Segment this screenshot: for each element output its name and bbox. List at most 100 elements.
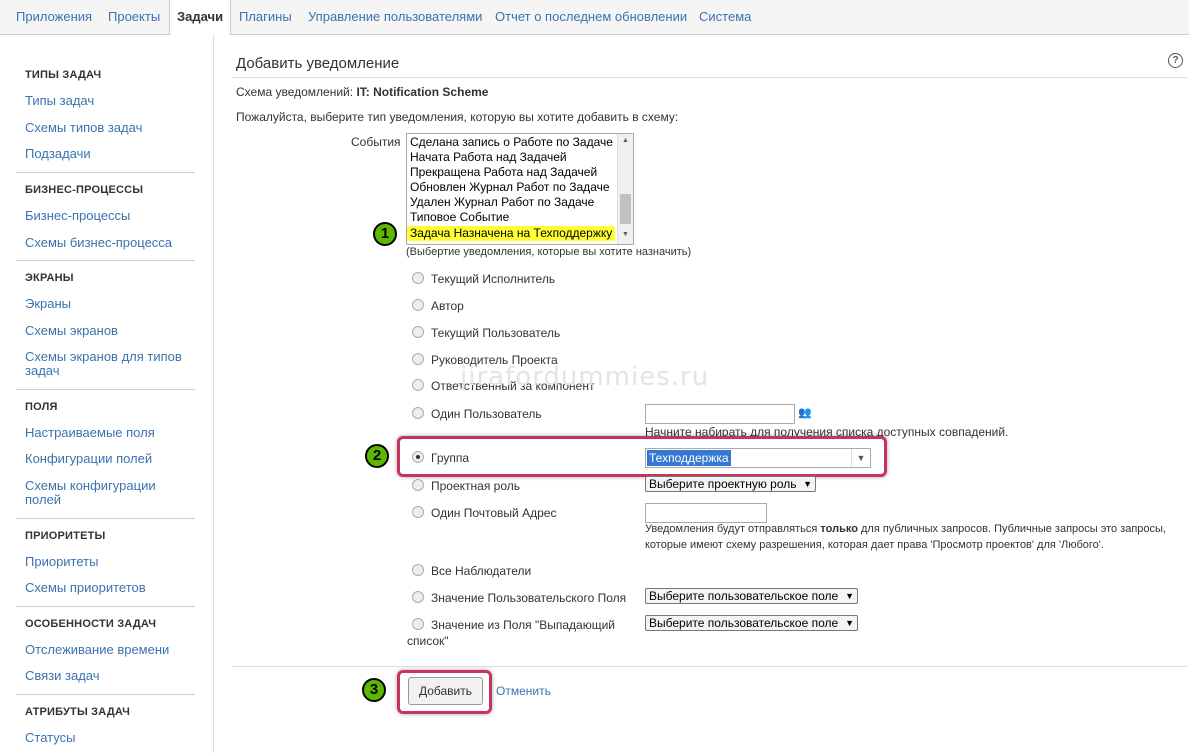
event-option[interactable]: Прекращена Работа над Задачей [410,165,597,180]
event-option[interactable]: Сделана запись о Работе по Задаче [410,135,613,150]
event-option[interactable]: Обновлен Журнал Работ по Задаче [410,180,610,195]
chevron-down-icon: ▼ [845,618,854,628]
annotation-badge-1: 1 [373,222,397,246]
sidebar-item-issue-type-screen-schemes[interactable]: Схемы экранов для типов задач [25,350,195,378]
dropdown-field-select[interactable]: Выберите пользовательское поле ▼ [645,615,858,631]
group-selected-value: Техподдержка [647,450,731,466]
project-role-select[interactable]: Выберите проектную роль ▼ [645,476,816,492]
event-option-selected[interactable]: Задача Назначена на Техподдержку [407,226,615,241]
radio-custom-field[interactable] [412,591,424,603]
events-listbox[interactable]: Сделана запись о Работе по Задаче Начата… [406,133,634,245]
radio-single-user[interactable] [412,407,424,419]
email-hint-bold: только [820,523,858,535]
sidebar-section-title: ОСОБЕННОСТИ ЗАДАЧ [25,618,157,630]
email-hint-part: Уведомления будут отправляться [645,523,818,535]
label-project-role: Проектная роль [431,479,520,493]
radio-project-role[interactable] [412,479,424,491]
radio-dropdown-field[interactable] [412,618,424,630]
sidebar-section-title: ЭКРАНЫ [25,272,74,284]
tab-system[interactable]: Система [699,0,751,34]
sidebar-divider [16,260,195,261]
single-user-input[interactable] [645,404,795,424]
scroll-up-icon[interactable]: ▲ [622,137,629,144]
events-hint: (Выбертие уведомления, которые вы хотите… [406,246,692,258]
label-all-watchers: Все Наблюдатели [431,564,532,578]
radio-current-user[interactable] [412,326,424,338]
instruction-text: Пожалуйста, выберите тип уведомления, ко… [236,110,679,124]
page-title: Добавить уведомление [236,55,400,72]
label-current-assignee: Текущий Исполнитель [431,272,556,286]
sidebar-item-statuses[interactable]: Статусы [25,731,195,745]
radio-project-lead[interactable] [412,353,424,365]
sidebar-item-issue-linking[interactable]: Связи задач [25,669,195,683]
project-role-select-value: Выберите проектную роль [649,477,797,491]
scheme-info: Схема уведомлений: IT: Notification Sche… [236,85,488,99]
scroll-down-icon[interactable]: ▼ [622,231,629,238]
label-single-email: Один Почтовый Адрес [431,506,557,520]
cancel-link[interactable]: Отменить [496,684,551,698]
radio-current-assignee[interactable] [412,272,424,284]
sidebar-item-issue-types[interactable]: Типы задач [25,94,195,108]
sidebar-item-issue-type-schemes[interactable]: Схемы типов задач [25,121,195,135]
radio-all-watchers[interactable] [412,564,424,576]
event-option[interactable]: Начата Работа над Задачей [410,150,567,165]
sidebar-item-subtasks[interactable]: Подзадачи [25,147,195,161]
sidebar-section-title: АТРИБУТЫ ЗАДАЧ [25,706,131,718]
sidebar-section-title: ПОЛЯ [25,401,58,413]
event-option[interactable]: Типовое Событие [410,210,509,225]
label-current-user: Текущий Пользователь [431,326,561,340]
label-group: Группа [431,451,470,465]
custom-field-select-value: Выберите пользовательское поле [649,589,839,603]
sidebar-divider [16,172,195,173]
scroll-thumb[interactable] [620,194,631,224]
sidebar-divider [16,606,195,607]
chevron-down-icon[interactable]: ▼ [851,449,870,467]
sidebar-divider [16,389,195,390]
tab-plugins[interactable]: Плагины [239,0,292,34]
sidebar-item-time-tracking[interactable]: Отслеживание времени [25,643,195,657]
sidebar-item-workflow-schemes[interactable]: Схемы бизнес-процесса [25,236,195,250]
chevron-down-icon: ▼ [803,479,812,489]
chevron-down-icon: ▼ [845,591,854,601]
label-single-user: Один Пользователь [431,407,542,421]
annotation-badge-2: 2 [365,444,389,468]
label-author: Автор [431,299,464,313]
sidebar-item-custom-fields[interactable]: Настраиваемые поля [25,426,195,440]
bottom-divider [232,666,1187,667]
help-icon[interactable]: ? [1168,53,1183,68]
sidebar-section-title: ПРИОРИТЕТЫ [25,530,106,542]
sidebar-item-screens[interactable]: Экраны [25,297,195,311]
sidebar-divider [16,694,195,695]
add-button[interactable]: Добавить [408,677,483,705]
single-email-input[interactable] [645,503,767,523]
user-picker-icon[interactable]: 👥 [798,406,812,419]
radio-single-email[interactable] [412,506,424,518]
top-navigation: Приложения Проекты Задачи Плагины Управл… [0,0,1189,35]
email-hint-part: для публичных запросов. Публичные запрос… [861,523,1166,535]
event-option[interactable]: Удален Журнал Работ по Задаче [410,195,594,210]
sidebar-divider [16,518,195,519]
sidebar-item-screen-schemes[interactable]: Схемы экранов [25,324,195,338]
events-scrollbar[interactable]: ▲ ▼ [617,134,633,244]
radio-author[interactable] [412,299,424,311]
sidebar-item-priority-schemes[interactable]: Схемы приоритетов [25,581,195,595]
tab-projects[interactable]: Проекты [108,0,160,34]
radio-group[interactable] [412,451,424,463]
label-dropdown-field-2: список" [407,634,449,648]
sidebar-item-field-configuration-schemes[interactable]: Схемы конфигурации полей [25,479,195,507]
scheme-name: IT: Notification Scheme [356,85,489,99]
sidebar-item-field-configurations[interactable]: Конфигурации полей [25,452,195,466]
group-select[interactable]: Техподдержка ▼ [645,448,871,468]
tab-applications[interactable]: Приложения [16,0,92,34]
custom-field-select[interactable]: Выберите пользовательское поле ▼ [645,588,858,604]
radio-component-lead[interactable] [412,379,424,391]
events-label: События [351,135,401,149]
annotation-badge-3: 3 [362,678,386,702]
sidebar-item-workflows[interactable]: Бизнес-процессы [25,209,195,223]
tab-upgrade-report[interactable]: Отчет о последнем обновлении [495,0,687,34]
sidebar-section-title: ТИПЫ ЗАДАЧ [25,69,102,81]
tab-issues[interactable]: Задачи [169,0,232,35]
tab-user-management[interactable]: Управление пользователями [308,0,482,34]
email-hint-line-1: Уведомления будут отправляться только дл… [645,523,1166,535]
sidebar-item-priorities[interactable]: Приоритеты [25,555,195,569]
